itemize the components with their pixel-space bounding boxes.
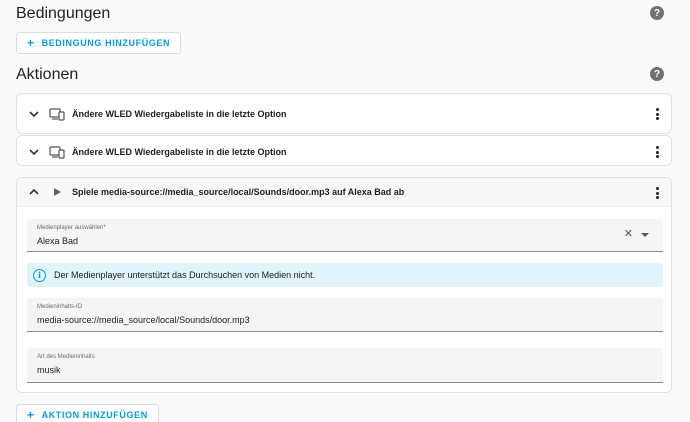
action-header[interactable]: Ändere WLED Wiedergabeliste in die letzt… [17, 94, 671, 134]
clear-icon[interactable]: ✕ [624, 229, 633, 240]
action-header[interactable]: Spiele media-source://media_source/local… [17, 178, 671, 207]
media-player-select[interactable]: Medienplayer auswählen* Alexa Bad ✕ [27, 219, 663, 252]
media-content-type-label: Art des Medieninhalts [37, 354, 95, 360]
conditions-help-icon[interactable]: ? [650, 6, 664, 20]
media-content-id-field[interactable]: Medieninhalts-ID media-source://media_so… [27, 298, 663, 332]
info-text: Der Medienplayer unterstützt das Durchsu… [54, 270, 316, 280]
action-title: Ändere WLED Wiedergabeliste in die letzt… [72, 109, 287, 119]
media-content-id-value: media-source://media_source/local/Sounds… [37, 315, 250, 325]
action-card-expanded: Spiele media-source://media_source/local… [16, 177, 672, 393]
plus-icon: + [27, 408, 35, 422]
add-action-button[interactable]: + AKTION HINZUFÜGEN [16, 404, 159, 422]
overflow-menu-icon[interactable] [653, 185, 661, 201]
dropdown-arrow-icon[interactable] [641, 232, 649, 237]
add-action-label: AKTION HINZUFÜGEN [41, 410, 148, 420]
action-card: Ändere WLED Wiedergabeliste in die letzt… [16, 135, 672, 166]
action-title: Ändere WLED Wiedergabeliste in die letzt… [72, 146, 287, 157]
play-icon [49, 184, 65, 200]
chevron-down-icon[interactable] [25, 105, 43, 123]
chevron-down-icon[interactable] [25, 143, 43, 161]
info-alert: i Der Medienplayer unterstützt das Durch… [27, 263, 663, 287]
overflow-menu-icon[interactable] [653, 144, 661, 160]
media-content-type-value: musik [37, 365, 61, 375]
add-condition-label: BEDINGUNG HINZUFÜGEN [41, 38, 171, 48]
media-player-value: Alexa Bad [37, 236, 79, 246]
media-player-label: Medienplayer auswählen* [37, 225, 106, 231]
actions-title: Aktionen [16, 66, 79, 83]
overflow-menu-icon[interactable] [653, 106, 661, 122]
info-icon: i [33, 268, 46, 282]
action-title: Spiele media-source://media_source/local… [72, 187, 405, 197]
device-icon [49, 144, 65, 160]
plus-icon: + [27, 36, 35, 50]
chevron-up-icon[interactable] [25, 183, 43, 201]
add-condition-button[interactable]: + BEDINGUNG HINZUFÜGEN [16, 32, 182, 54]
media-content-type-field[interactable]: Art des Medieninhalts musik [27, 348, 663, 383]
device-icon [49, 106, 65, 122]
action-card: Ändere WLED Wiedergabeliste in die letzt… [16, 93, 672, 134]
actions-help-icon[interactable]: ? [650, 67, 664, 81]
action-header[interactable]: Ändere WLED Wiedergabeliste in die letzt… [17, 136, 671, 167]
media-content-id-label: Medieninhalts-ID [37, 304, 83, 310]
conditions-title: Bedingungen [16, 5, 111, 22]
